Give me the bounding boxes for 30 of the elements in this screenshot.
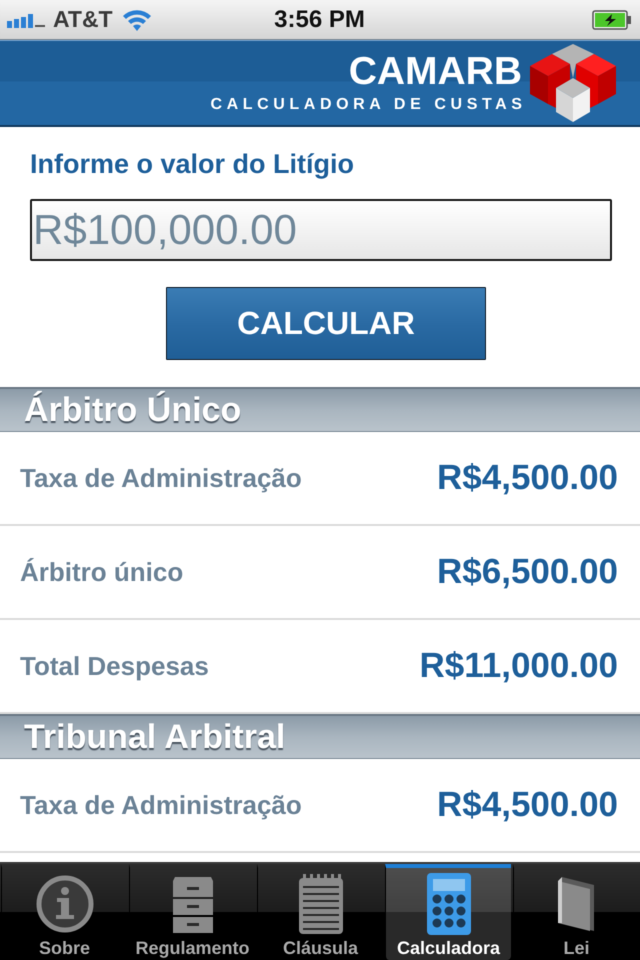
carrier-name: AT&T [53,6,113,33]
tab-bar-item[interactable]: Sobre [1,864,127,960]
row-label: Total Despesas [20,650,209,682]
brand-name: CAMARB [348,50,522,94]
tab-bar-item[interactable]: Lei [513,864,639,960]
tab-bar-item[interactable]: Calculadora [385,864,511,960]
row-amount: R$6,500.00 [437,552,618,592]
cube-logo-icon [530,44,616,122]
section-title: Árbitro Único [24,390,242,430]
battery-icon [592,10,632,30]
notepad-icon [298,874,342,934]
row-label: Taxa de Administração [20,790,302,820]
book-icon [558,877,596,931]
row-label: Taxa de Administração [20,462,302,494]
app-subtitle: CALCULADORA DE CUSTAS [210,95,527,115]
wifi-icon [120,8,153,32]
field-label: Informe o valor do Litígio [30,148,354,181]
calculator-icon [426,873,470,935]
row-amount: R$4,500.00 [437,785,618,825]
section-title: Tribunal Arbitral [24,718,286,756]
tab-bar-item[interactable]: Regulamento [129,864,255,960]
info-icon [36,875,94,933]
status-time: 3:56 PM [274,6,365,34]
tab-bar-item[interactable]: Cláusula [257,864,383,960]
filing-cabinet-icon [172,875,214,933]
calculate-button[interactable]: CALCULAR [166,287,486,360]
row-amount: R$4,500.00 [437,458,618,498]
row-amount: R$11,000.00 [419,646,618,686]
signal-icon [7,12,45,28]
row-label: Árbitro único [20,556,184,588]
